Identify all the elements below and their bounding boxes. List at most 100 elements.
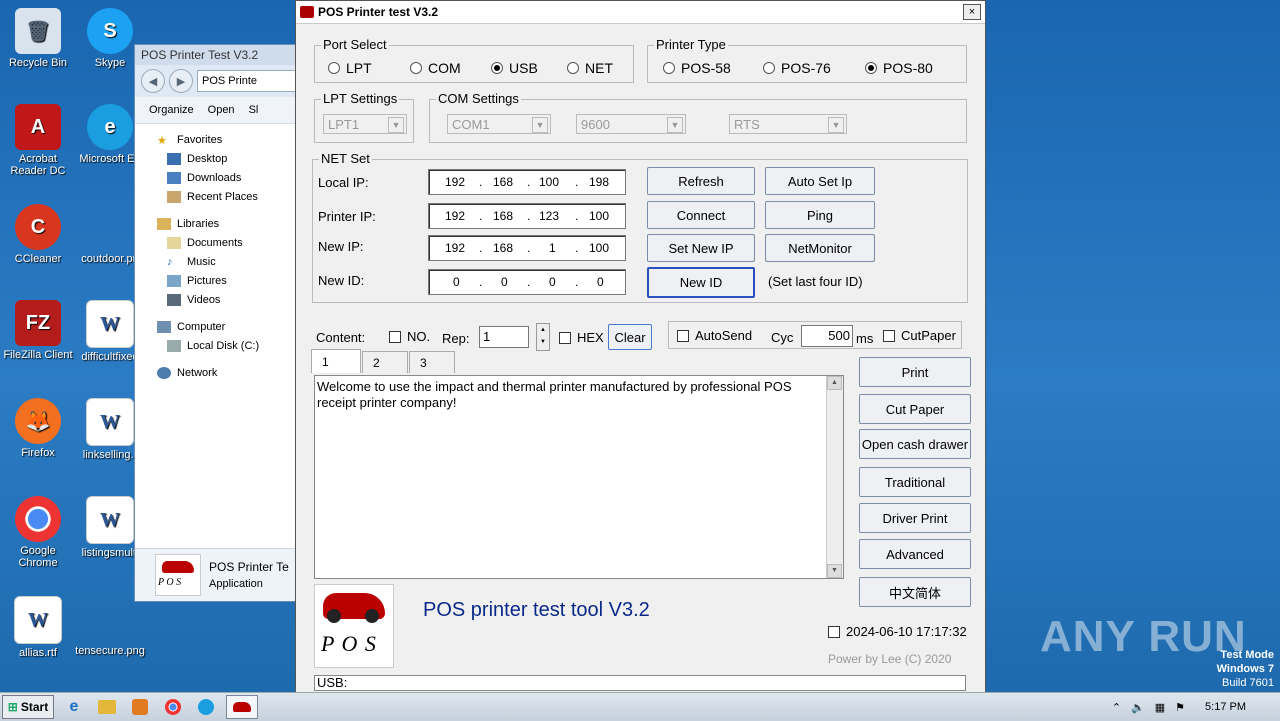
ip-dot: . [479,241,483,255]
detail-type: Application [209,578,263,590]
pos-taskbar-icon[interactable] [226,695,258,719]
radio-lpt[interactable]: LPT [328,60,372,76]
filezilla-icon[interactable]: FZ FileZilla Client [0,300,76,361]
edge-taskbar-icon[interactable] [193,696,219,718]
share-button[interactable]: Sl [249,104,259,116]
connect-button[interactable]: Connect [647,201,755,229]
organize-button[interactable]: Organize [149,104,194,116]
no-checkbox[interactable]: NO. [389,329,430,344]
tree-network[interactable]: Network [135,363,301,382]
clear-button[interactable]: Clear [608,324,652,350]
new-ip-field[interactable]: 192. 168. 1. 100 [428,235,626,261]
radio-pos76[interactable]: POS-76 [763,60,831,76]
hex-checkbox[interactable]: HEX [559,330,604,345]
id-octet: 0 [597,275,604,289]
pos-printer-window: POS Printer test V3.2 × Port Select LPT … [295,0,986,694]
ip-dot: . [527,275,531,289]
radio-pos80[interactable]: POS-80 [865,60,933,76]
autosend-checkbox[interactable]: AutoSend [677,328,752,343]
rep-input[interactable]: 1 [479,326,529,348]
back-button[interactable]: ◀ [141,69,165,93]
ip-dot: . [527,209,531,223]
radio-pos58[interactable]: POS-58 [663,60,731,76]
simplified-chinese-button[interactable]: 中文简体 [859,577,971,607]
tree-favorites[interactable]: ★ Favorites [135,130,301,149]
netmonitor-button[interactable]: NetMonitor [765,234,875,262]
tab-1[interactable]: 1 [311,349,361,373]
detail-name: POS Printer Te [209,560,289,574]
firefox-icon[interactable]: 🦊 Firefox [0,398,76,459]
content-textarea[interactable]: Welcome to use the impact and thermal pr… [314,375,844,579]
explorer-taskbar-icon[interactable] [94,696,120,718]
rep-label: Rep: [442,331,470,346]
scroll-down-icon[interactable]: ▼ [827,564,842,578]
acrobat-icon[interactable]: A Acrobat Reader DC [0,104,76,177]
tree-desktop[interactable]: Desktop [135,149,301,168]
cut-paper-button[interactable]: Cut Paper [859,394,971,424]
volume-icon[interactable]: 🔈 [1131,701,1145,714]
flow-control-select[interactable]: RTS ▼ [729,114,847,134]
libraries-icon [157,217,171,230]
tab-2[interactable]: 2 [362,351,408,373]
printer-ip-field[interactable]: 192. 168. 123. 100 [428,203,626,229]
cyc-input[interactable]: 500 [801,325,853,347]
ping-button[interactable]: Ping [765,201,875,229]
tree-documents[interactable]: Documents [135,233,301,252]
address-bar[interactable]: POS Printe [197,70,301,92]
tree-music[interactable]: ♪ Music [135,252,301,271]
file-icon[interactable]: tensecure.png [72,596,148,657]
close-button[interactable]: × [963,4,981,20]
recycle-bin-icon[interactable]: 🗑 Recycle Bin [0,8,76,69]
baud-rate-select[interactable]: 9600 ▼ [576,114,686,134]
tree-local-disk[interactable]: Local Disk (C:) [135,336,301,355]
radio-com[interactable]: COM [410,60,461,76]
id-octet: 0 [501,275,508,289]
new-id-button[interactable]: New ID [647,267,755,298]
radio-label: POS-80 [883,60,933,76]
traditional-button[interactable]: Traditional [859,467,971,497]
tree-libraries[interactable]: Libraries [135,214,301,233]
tree-pictures[interactable]: Pictures [135,271,301,290]
open-button[interactable]: Open [208,104,235,116]
tree-recent[interactable]: Recent Places [135,187,301,206]
datetime-checkbox[interactable]: 2024-06-10 17:17:32 [828,624,967,639]
explorer-window: POS Printer Test V3.2 ◀ ▶ POS Printe Org… [134,44,302,602]
advanced-button[interactable]: Advanced [859,539,971,569]
lpt-port-select[interactable]: LPT1 ▼ [323,114,407,134]
window-title: POS Printer test V3.2 [318,5,439,19]
open-cash-drawer-button[interactable]: Open cash drawer [859,429,971,459]
tab-3[interactable]: 3 [409,351,455,373]
tree-computer[interactable]: Computer [135,317,301,336]
tree-downloads[interactable]: Downloads [135,168,301,187]
start-button[interactable]: ⊞ Start [2,695,54,719]
cutpaper-checkbox[interactable]: CutPaper [883,328,956,343]
rep-spinner[interactable]: ▲ ▼ [536,323,550,351]
radio-net[interactable]: NET [567,60,613,76]
local-ip-field[interactable]: 192. 168. 100. 198 [428,169,626,195]
ie-icon[interactable]: e [61,696,87,718]
tree-videos[interactable]: Videos [135,290,301,309]
network-tray-icon[interactable]: ▦ [1155,701,1165,714]
com-port-select[interactable]: COM1 ▼ [447,114,551,134]
ip-octet: 168 [493,175,514,189]
auto-set-ip-button[interactable]: Auto Set Ip [765,167,875,195]
media-player-icon[interactable] [127,696,153,718]
flag-icon[interactable]: ⚑ [1175,701,1185,714]
chrome-icon[interactable]: Google Chrome [0,496,76,569]
refresh-button[interactable]: Refresh [647,167,755,195]
scroll-up-icon[interactable]: ▲ [827,376,842,390]
checkbox-box [559,331,571,344]
desktop-icon-label: allias.rtf [19,647,57,659]
chrome-taskbar-icon[interactable] [160,696,186,718]
tray-expand-icon[interactable]: ⌃ [1112,701,1121,714]
driver-print-button[interactable]: Driver Print [859,503,971,533]
clock[interactable]: 5:17 PM [1205,701,1246,713]
radio-usb[interactable]: USB [491,60,538,76]
ccleaner-icon[interactable]: C CCleaner [0,204,76,265]
new-id-field[interactable]: 0. 0. 0. 0 [428,269,626,295]
vertical-scrollbar[interactable]: ▲ ▼ [826,376,843,578]
print-button[interactable]: Print [859,357,971,387]
forward-button[interactable]: ▶ [169,69,193,93]
set-new-ip-button[interactable]: Set New IP [647,234,755,262]
word-doc-icon[interactable]: Wallias.rtf [0,596,76,659]
